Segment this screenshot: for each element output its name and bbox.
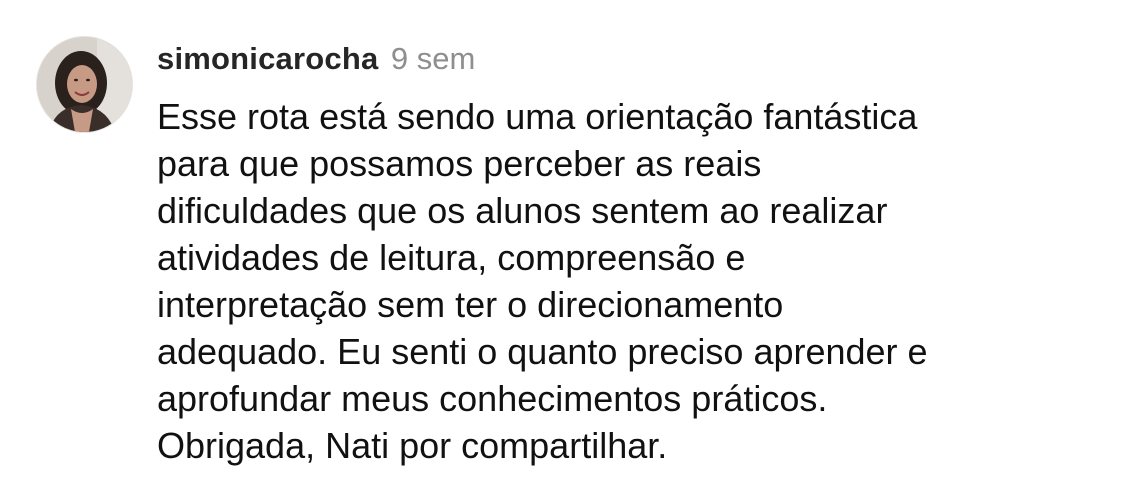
comment-item: simonicarocha 9 sem Esse rota está sendo…: [0, 0, 1139, 491]
comment-timestamp: 9 sem: [390, 41, 476, 76]
comment-text-line: adequado. Eu senti o quanto preciso apre…: [157, 331, 928, 372]
comment-text-line: Obrigada, Nati por compartilhar.: [157, 425, 668, 466]
comment-text-line: interpretação sem ter o direcionamento: [157, 284, 784, 325]
avatar-photo-icon: [37, 37, 132, 132]
comment-text-line: atividades de leitura, compreensão e: [157, 237, 746, 278]
comment-text-line: para que possamos perceber as reais: [157, 143, 762, 184]
comment-text-line: aprofundar meus conhecimentos práticos.: [157, 378, 828, 419]
user-avatar[interactable]: [37, 37, 132, 132]
comment-text: Esse rota está sendo uma orientação fant…: [157, 93, 1117, 469]
comment-text-line: dificuldades que os alunos sentem ao rea…: [157, 190, 888, 231]
comment-text-line: Esse rota está sendo uma orientação fant…: [157, 96, 918, 137]
username-link[interactable]: simonicarocha: [157, 41, 378, 76]
comment-header: simonicarocha 9 sem: [157, 38, 475, 80]
